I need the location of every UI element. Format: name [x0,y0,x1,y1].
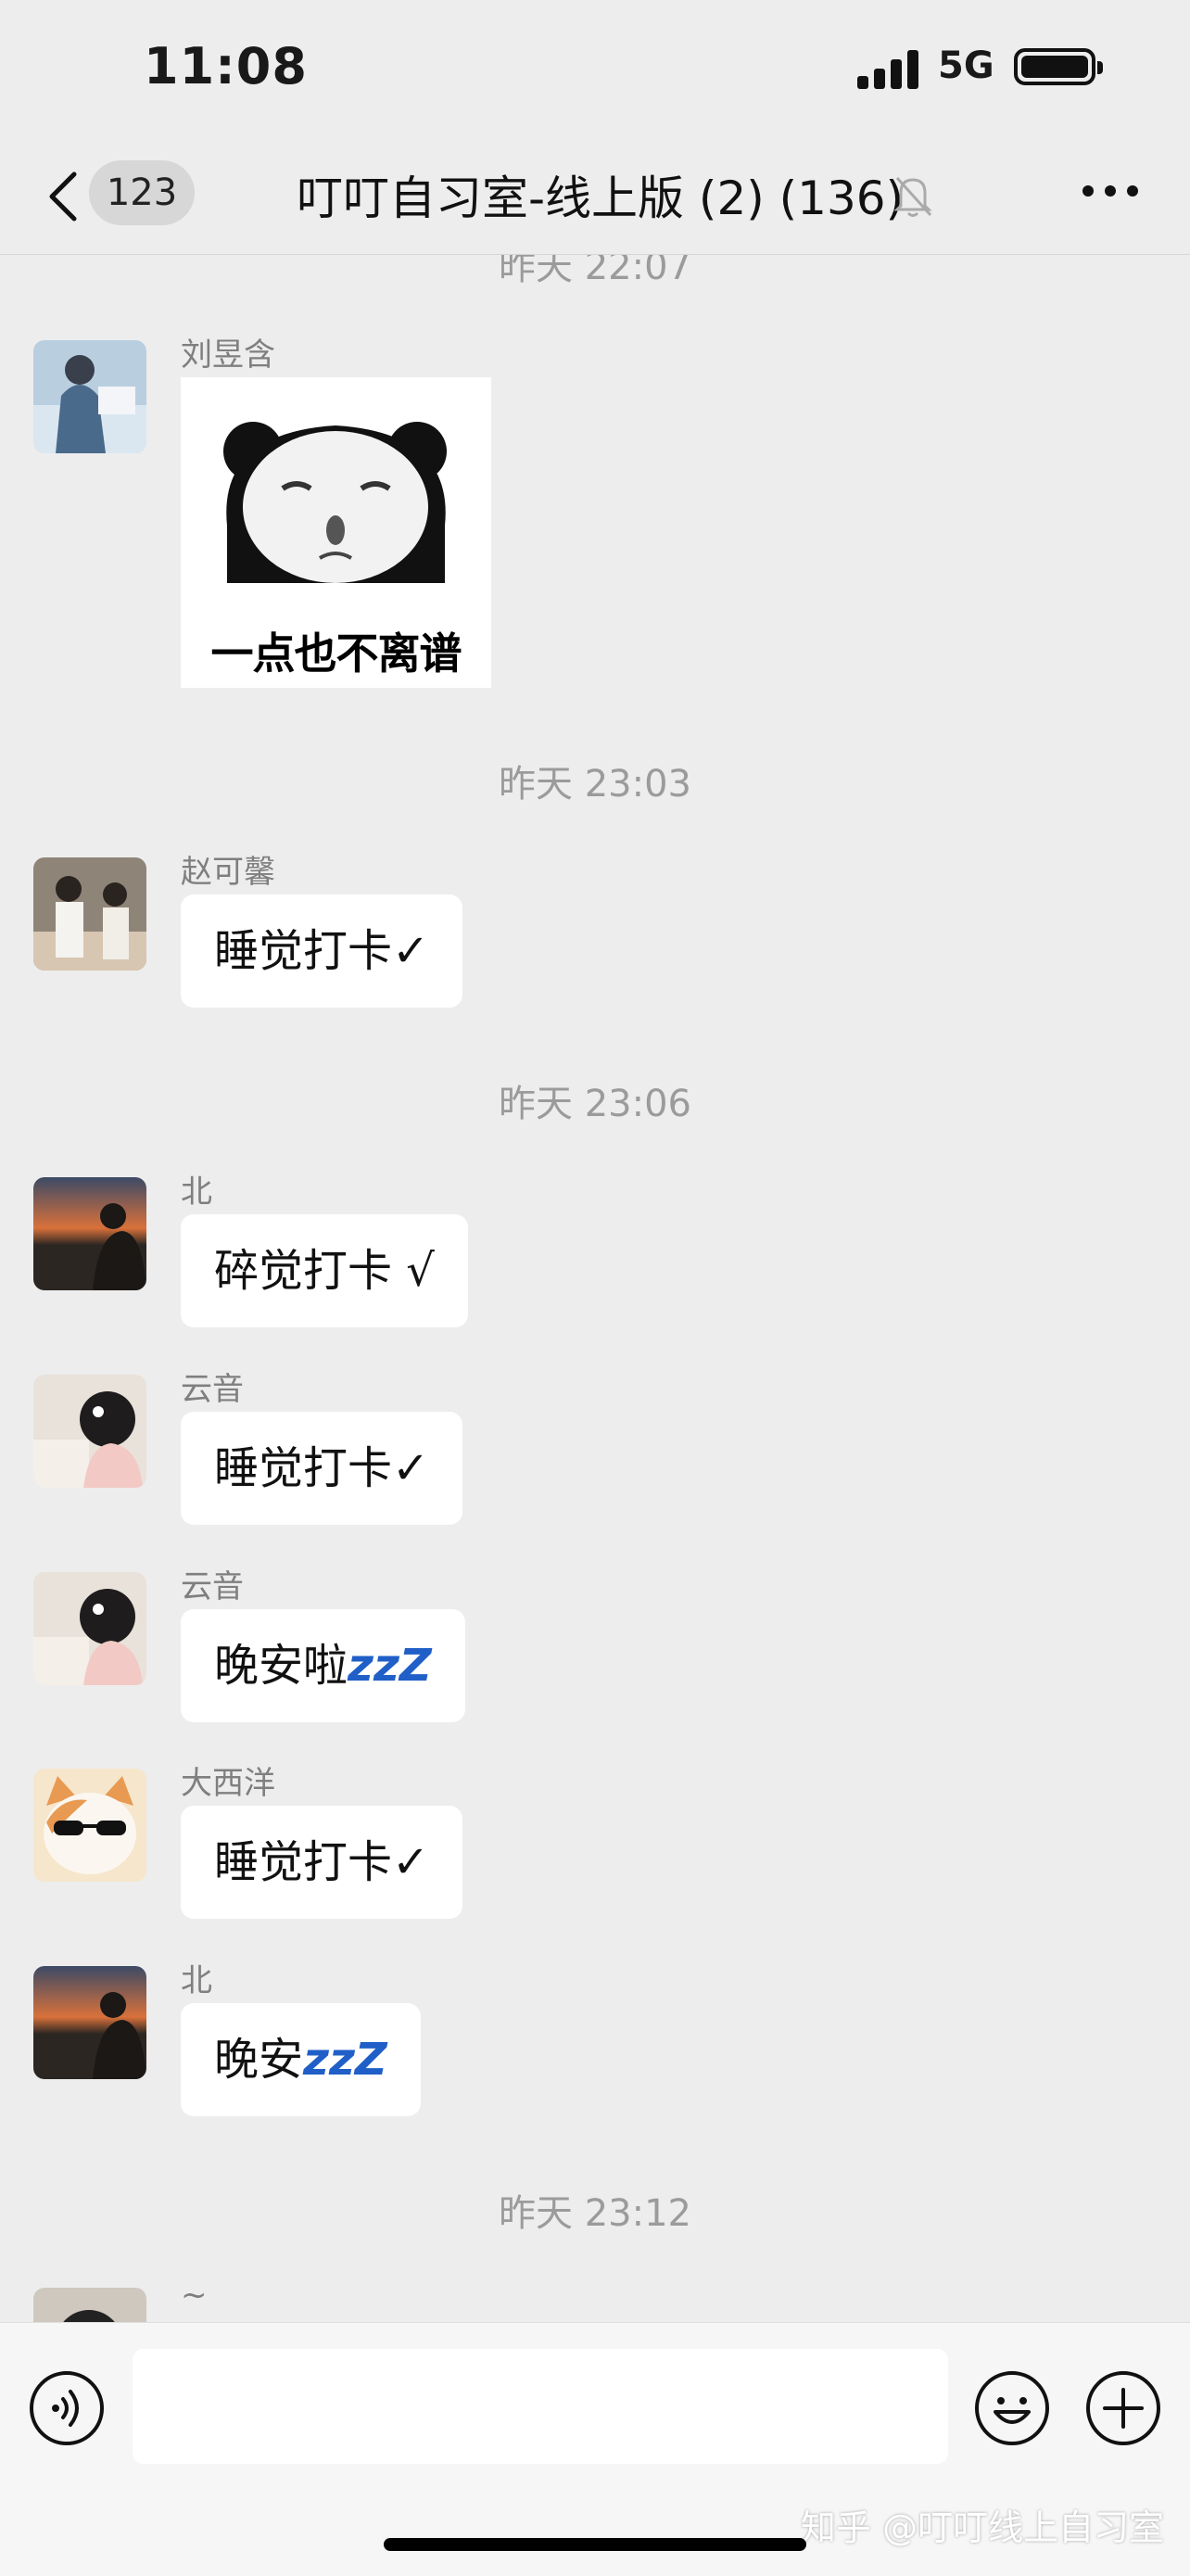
timestamp: 昨天 22:07 [499,255,691,288]
bell-slash-icon [893,176,932,217]
battery-icon [1014,48,1103,85]
avatar[interactable] [33,1177,146,1290]
plus-icon[interactable] [1084,2369,1162,2447]
sender-name: 大西洋 [181,1765,275,1802]
nav-bar: 123 叮叮自习室-线上版 (2) (136) [0,139,1190,255]
message-input[interactable] [133,2349,948,2464]
sender-name: ~ [181,2277,208,2314]
status-time: 11:08 [144,37,308,95]
sender-name: 北 [181,1174,212,1211]
avatar[interactable] [33,1572,146,1685]
chat-history[interactable]: 昨天 22:07 刘昱含 一点也不离谱 昨天 23:03 赵可馨 睡觉打卡✓ 昨… [0,255,1190,2322]
sticker-caption: 一点也不离谱 [210,628,462,679]
message-bubble[interactable]: 碎觉打卡 √ [181,1214,468,1327]
avatar[interactable] [33,2288,146,2322]
message-bubble[interactable]: 睡觉打卡✓ [181,895,463,1008]
avatar[interactable] [33,1769,146,1882]
voice-icon[interactable] [28,2369,106,2447]
message-bubble[interactable]: 睡觉打卡✓ [181,1806,463,1919]
message-bubble[interactable]: 睡觉打卡✓ [181,1412,463,1525]
message-text: 晚安 [214,2034,304,2086]
unread-count-badge[interactable]: 123 [89,160,195,225]
panda-face-icon [223,422,447,583]
message-bubble[interactable]: 晚安啦zzZ [181,1609,465,1722]
sticker-image[interactable]: 一点也不离谱 [181,377,491,688]
more-dots-icon[interactable] [1082,185,1138,204]
message-text: 晚安啦 [214,1640,348,1692]
input-bar: 知乎 @叮叮线上自习室 [0,2322,1190,2576]
sender-name: 云音 [181,1371,244,1408]
network-label: 5G [938,44,994,87]
chat-title: 叮叮自习室-线上版 (2) (136) [297,171,905,225]
status-bar: 11:08 5G [0,0,1190,139]
sender-name: 刘昱含 [181,336,275,374]
sender-name: 赵可馨 [181,854,275,891]
avatar[interactable] [33,1375,146,1488]
avatar[interactable] [33,857,146,971]
zzz-emoji: zzZ [348,1640,432,1692]
timestamp: 昨天 23:06 [499,1083,691,1125]
zzz-emoji: zzZ [303,2034,387,2086]
timestamp: 昨天 23:03 [499,763,691,806]
timestamp: 昨天 23:12 [499,2192,691,2235]
sender-name: 云音 [181,1568,244,1605]
home-indicator [384,2538,806,2551]
avatar[interactable] [33,340,146,453]
signal-icon [857,46,920,89]
watermark: 知乎 @叮叮线上自习室 [801,2507,1165,2548]
chevron-left-icon[interactable] [37,167,93,226]
sender-name: 北 [181,1962,212,1999]
avatar[interactable] [33,1966,146,2079]
message-bubble[interactable]: 晚安zzZ [181,2003,421,2116]
emoji-icon[interactable] [973,2369,1051,2447]
